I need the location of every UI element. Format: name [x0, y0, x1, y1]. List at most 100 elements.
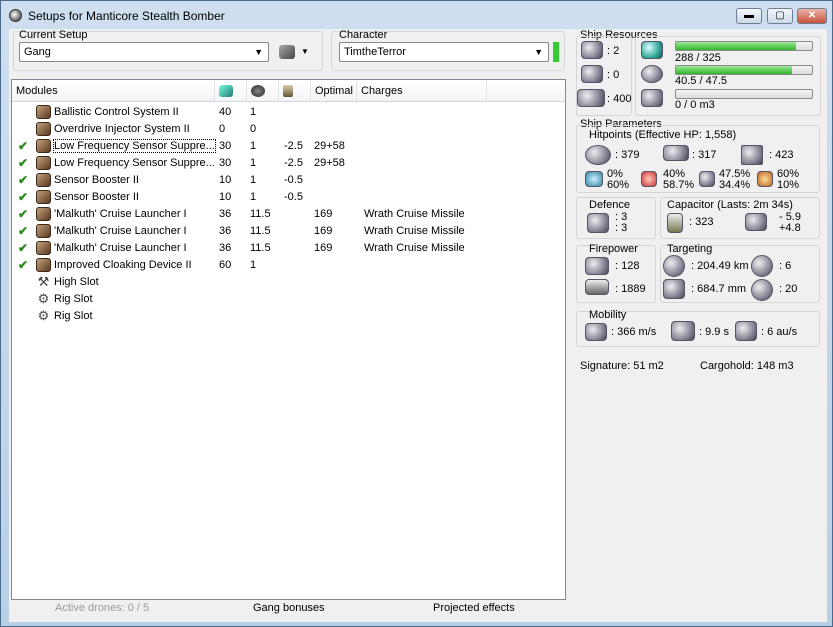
thermal-resist-2: 58.7%	[663, 179, 695, 191]
module-cpu: 30	[219, 140, 232, 152]
column-capacitor[interactable]	[279, 80, 311, 101]
kinetic-resist-2: 34.4%	[719, 179, 751, 191]
turret-hardpoint-icon	[581, 41, 603, 59]
module-cpu: 30	[219, 157, 232, 169]
gang-bonuses-label[interactable]: Gang bonuses	[253, 602, 325, 614]
module-row[interactable]: ✔ 'Malkuth' Cruise Launcher I 36 11.5 169 Wra…	[12, 240, 565, 257]
module-optimal: 29+58	[314, 140, 345, 152]
module-row[interactable]: ⚙ Rig Slot	[12, 308, 565, 325]
module-pg: 11.5	[250, 208, 271, 220]
max-targets-icon	[751, 255, 773, 277]
module-row[interactable]: ⚙ Rig Slot	[12, 291, 565, 308]
module-icon	[36, 105, 51, 119]
module-row[interactable]: ✔ Low Frequency Sensor Suppre... 30 1 -2.5 29…	[12, 138, 565, 155]
em-resist-2: 60%	[607, 179, 630, 191]
setup-label: Current Setup	[19, 29, 88, 41]
app-icon	[9, 9, 22, 22]
launcher-hardpoint-icon	[581, 65, 603, 83]
module-pg: 1	[250, 174, 257, 186]
module-row[interactable]: ✔ 'Malkuth' Cruise Launcher I 36 11.5 169 Wra…	[12, 206, 565, 223]
column-optimal[interactable]: Optimal	[311, 80, 357, 101]
targeting-title: Targeting	[667, 243, 713, 255]
module-optimal: 169	[314, 225, 333, 237]
scan-resolution-value: : 684.7 mm	[691, 283, 747, 295]
powergrid-bar-fill	[676, 66, 792, 74]
module-active-check-icon[interactable]: ✔	[18, 224, 28, 238]
powergrid-icon	[251, 85, 265, 97]
module-charges: Wrath Cruise Missile	[364, 242, 465, 254]
setup-dropdown[interactable]: Gang ▼	[19, 42, 269, 62]
targeting-range-icon	[663, 255, 685, 277]
module-name: Ballistic Control System II	[54, 106, 179, 118]
module-active-check-icon[interactable]: ✔	[18, 173, 28, 187]
setup-actions-button[interactable]: ▼	[279, 45, 311, 61]
close-button[interactable]: ✕	[797, 8, 827, 24]
explosive-resist-icon	[757, 171, 773, 187]
empty-slot-icon: ⚒	[37, 274, 50, 289]
module-row[interactable]: ✔ Sensor Booster II 10 1 -0.5	[12, 172, 565, 189]
column-powergrid[interactable]	[247, 80, 279, 101]
module-icon	[36, 224, 51, 238]
window-title: Setups for Manticore Stealth Bomber	[28, 9, 225, 23]
module-active-check-icon[interactable]: ✔	[18, 156, 28, 170]
module-optimal: 29+58	[314, 157, 345, 169]
drone-bandwidth-bar	[675, 89, 813, 99]
module-name: High Slot	[54, 276, 99, 288]
hitpoints-title: Hitpoints (Effective HP: 1,558)	[589, 129, 737, 141]
module-row[interactable]: ✔ Sensor Booster II 10 1 -0.5	[12, 189, 565, 206]
maximize-button[interactable]: ▢	[767, 8, 793, 24]
character-label: Character	[339, 29, 388, 41]
minimize-button[interactable]: ▬	[736, 8, 762, 24]
active-drones-label[interactable]: Active drones: 0 / 5	[55, 602, 149, 614]
character-dropdown[interactable]: TimtheTerror ▼	[339, 42, 549, 62]
capacitor-recharge-icon	[745, 213, 767, 231]
module-cap: -2.5	[284, 157, 303, 169]
module-icon	[36, 207, 51, 221]
module-icon	[36, 122, 51, 136]
empty-slot-icon: ⚙	[37, 308, 50, 323]
warp-speed-icon	[735, 321, 757, 341]
module-active-check-icon[interactable]: ✔	[18, 258, 28, 272]
column-modules[interactable]: Modules	[12, 80, 215, 101]
empty-slot-icon: ⚙	[37, 291, 50, 306]
modules-list[interactable]: Modules Optimal Charges Ballistic Contro…	[11, 79, 566, 600]
sensor-strength-value: : 20	[779, 283, 798, 295]
column-charges[interactable]: Charges	[357, 80, 487, 101]
drone-bandwidth-icon	[641, 89, 663, 107]
warp-speed-value: : 6 au/s	[761, 326, 798, 338]
module-active-check-icon[interactable]: ✔	[18, 139, 28, 153]
module-name: Sensor Booster II	[54, 191, 139, 203]
setups-window: Setups for Manticore Stealth Bomber ▬ ▢ …	[0, 0, 833, 627]
module-pg: 0	[250, 123, 257, 135]
character-value: TimtheTerror	[344, 46, 406, 58]
module-cpu: 36	[219, 225, 232, 237]
module-row[interactable]: ✔ Low Frequency Sensor Suppre... 30 1 -2.5 29…	[12, 155, 565, 172]
firepower-title: Firepower	[589, 243, 638, 255]
module-name: Improved Cloaking Device II	[54, 259, 192, 271]
armor-icon	[663, 145, 689, 161]
column-cpu[interactable]	[215, 80, 247, 101]
targeting-range-value: : 204.49 km	[691, 260, 749, 272]
align-time-value: : 9.9 s	[699, 326, 729, 338]
signature-value: Signature: 51 m2	[580, 360, 664, 372]
module-name: 'Malkuth' Cruise Launcher I	[54, 208, 187, 220]
module-row[interactable]: ✔ Improved Cloaking Device II 60 1	[12, 257, 565, 274]
module-row[interactable]: Ballistic Control System II 40 1	[12, 104, 565, 121]
module-charges: Wrath Cruise Missile	[364, 225, 465, 237]
module-row[interactable]: Overdrive Injector System II 0 0	[12, 121, 565, 138]
scan-resolution-icon	[663, 279, 685, 299]
modules-header: Modules Optimal Charges	[12, 80, 565, 102]
module-active-check-icon[interactable]: ✔	[18, 190, 28, 204]
module-row[interactable]: ⚒ High Slot	[12, 274, 565, 291]
em-resist-icon	[585, 171, 603, 187]
module-name: Low Frequency Sensor Suppre...	[53, 139, 216, 153]
ship-icon	[279, 45, 295, 59]
align-time-icon	[671, 321, 695, 341]
chevron-down-icon: ▼	[534, 47, 543, 57]
module-row[interactable]: ✔ 'Malkuth' Cruise Launcher I 36 11.5 169 Wra…	[12, 223, 565, 240]
module-active-check-icon[interactable]: ✔	[18, 241, 28, 255]
module-active-check-icon[interactable]: ✔	[18, 207, 28, 221]
character-status-indicator	[553, 42, 559, 62]
projected-effects-label[interactable]: Projected effects	[433, 602, 515, 614]
module-cpu: 60	[219, 259, 232, 271]
